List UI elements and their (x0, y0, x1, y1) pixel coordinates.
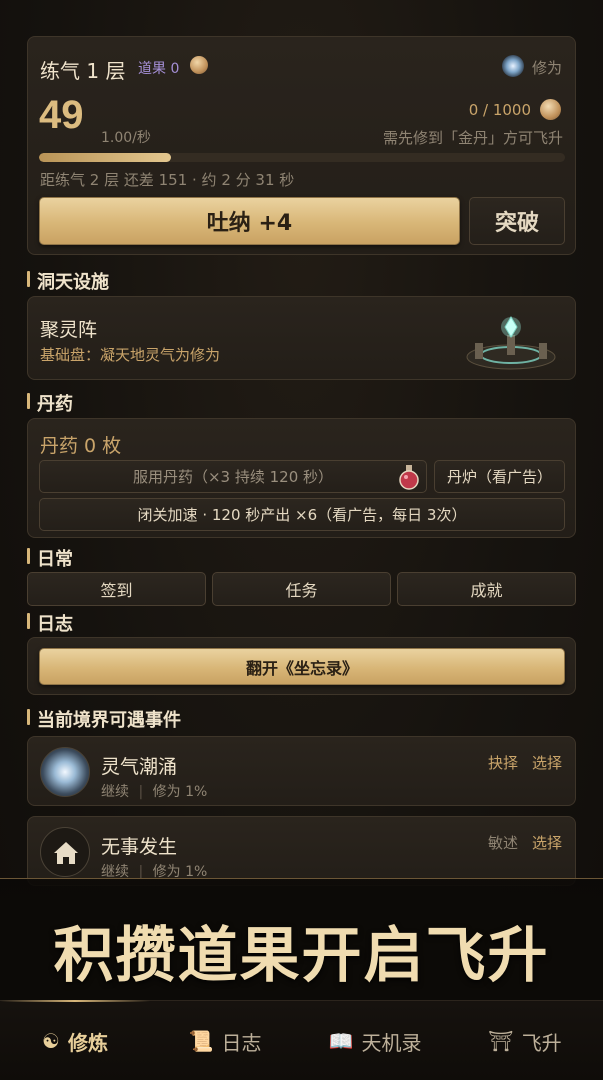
cultivation-rate: 1.00/秒 (101, 130, 151, 146)
promo-banner: 积攒道果开启飞升 (0, 878, 603, 1000)
furnace-button[interactable]: 丹炉（看广告） (434, 460, 565, 493)
journal-card: 翻开《坐忘录》 (27, 637, 576, 695)
breakthrough-button[interactable]: 突破 (469, 197, 565, 245)
cultivation-progress-fill (39, 153, 171, 162)
gate-icon: ⛩ (488, 1029, 514, 1053)
cultivation-orb-icon (502, 55, 524, 77)
take-pill-button[interactable]: 服用丹药（×3 持续 120 秒） (39, 460, 427, 493)
pills-card: 丹药 0 枚 服用丹药（×3 持续 120 秒） 丹炉（看广告） 闭关加速 · … (27, 418, 576, 538)
facilities-title: 洞天设施 (27, 268, 109, 294)
daoguo-label: 道果 0 (138, 61, 180, 77)
facility-name: 聚灵阵 (40, 319, 98, 341)
facility-card[interactable]: 聚灵阵 基础盘：凝天地灵气为修为 (27, 296, 576, 380)
journal-title: 日志 (27, 610, 73, 636)
facility-desc: 基础盘：凝天地灵气为修为 (40, 346, 221, 364)
event-action-select[interactable]: 选择 (532, 752, 562, 773)
progress-text: 0 / 1000 (468, 101, 531, 119)
daoguo-fruit-icon (190, 56, 208, 74)
realm-name: 练气 1 层 (40, 59, 126, 83)
tab-tianji[interactable]: 📖 天机录 (300, 1021, 450, 1061)
tab-ascend[interactable]: ⛩ 飞升 (450, 1021, 600, 1061)
yin-yang-icon: ☯ (42, 1029, 60, 1053)
next-level-text: 距练气 2 层 还差 151 · 约 2 分 31 秒 (40, 171, 295, 189)
event-item[interactable]: 无事发生 继续 | 修为 1% 敏述 选择 (27, 816, 576, 886)
event-name: 灵气潮涌 (101, 756, 178, 778)
ascend-hint: 需先修到「金丹」方可飞升 (382, 129, 563, 147)
progress-fruit-icon (540, 99, 561, 120)
potion-icon (399, 465, 419, 490)
app-screen: 练气 1 层 道果 0 修为 49 1.00/秒 0 / 1000 需先修到「金… (0, 0, 603, 1080)
cultivation-value: 49 (39, 93, 84, 137)
event-meta: 继续 | 修为 1% (101, 784, 208, 800)
achievements-button[interactable]: 成就 (397, 572, 576, 606)
book-icon: 📖 (328, 1029, 354, 1053)
checkin-button[interactable]: 签到 (27, 572, 206, 606)
pills-title: 丹药 (27, 390, 73, 416)
tab-journal[interactable]: 📜 日志 (150, 1021, 300, 1061)
tasks-button[interactable]: 任务 (212, 572, 391, 606)
daoguo-value: 0 (170, 61, 180, 77)
spirit-array-icon (466, 316, 556, 370)
retreat-button[interactable]: 闭关加速 · 120 秒产出 ×6（看广告，每日 3次） (39, 498, 565, 531)
event-action-select[interactable]: 选择 (532, 832, 562, 853)
cultivation-label: 修为 (532, 59, 563, 77)
event-name: 无事发生 (101, 836, 178, 858)
event-action-choose[interactable]: 敏述 (488, 832, 518, 853)
tab-active-indicator (0, 1000, 150, 1002)
realm-card: 练气 1 层 道果 0 修为 49 1.00/秒 0 / 1000 需先修到「金… (27, 36, 576, 255)
events-title: 当前境界可遇事件 (27, 706, 181, 732)
daily-title: 日常 (27, 545, 73, 571)
bottom-tab-bar: ☯ 修炼 📜 日志 📖 天机录 ⛩ 飞升 (0, 1000, 603, 1080)
pill-count: 丹药 0 枚 (40, 435, 122, 457)
scroll-icon: 📜 (188, 1029, 214, 1053)
spirit-orb-icon (40, 747, 90, 797)
cultivation-progress-bar (39, 153, 565, 162)
promo-banner-text: 积攒道果开启飞升 (53, 921, 550, 991)
event-action-choose[interactable]: 抉择 (488, 752, 518, 773)
event-item[interactable]: 灵气潮涌 继续 | 修为 1% 抉择 选择 (27, 736, 576, 806)
tab-cultivate[interactable]: ☯ 修炼 (0, 1021, 150, 1061)
breathe-button[interactable]: 吐纳 +4 (39, 197, 460, 245)
house-icon (40, 827, 90, 877)
open-journal-button[interactable]: 翻开《坐忘录》 (39, 648, 565, 685)
